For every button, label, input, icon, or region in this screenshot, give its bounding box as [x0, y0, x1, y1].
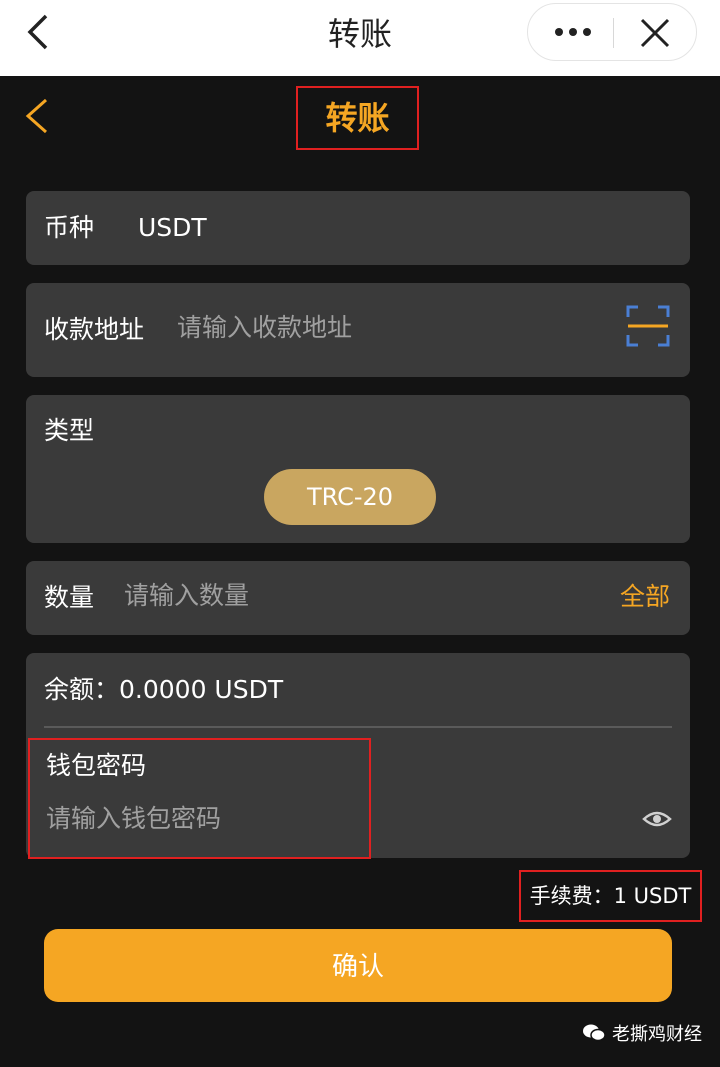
amount-row: 数量 请输入数量 全部 — [26, 561, 690, 635]
mini-program-capsule — [527, 3, 697, 61]
amount-input[interactable]: 请输入数量 — [124, 578, 249, 614]
address-row: 收款地址 请输入收款地址 — [26, 283, 690, 377]
wechat-top-bar: 转账 — [0, 0, 720, 76]
password-card: 余额：0.0000 USDT 钱包密码 请输入钱包密码 — [26, 653, 690, 859]
password-input[interactable]: 请输入钱包密码 — [46, 801, 221, 837]
more-dots-icon[interactable] — [553, 22, 593, 42]
divider — [44, 726, 672, 728]
type-row: 类型 TRC-20 — [26, 395, 690, 543]
currency-label: 币种 — [44, 213, 95, 242]
account-name: 老撕鸡财经 — [612, 1024, 702, 1045]
transfer-page: 转账 币种 USDT 收款地址 请输入收款地址 类型 TRC-20 数量 请输入… — [0, 76, 720, 1067]
account-tag: 老撕鸡财经 — [582, 1020, 702, 1046]
fee-text: 手续费：1 USDT — [519, 870, 702, 922]
scan-icon[interactable] — [626, 305, 670, 347]
type-label: 类型 — [44, 416, 95, 445]
balance-text: 余额：0.0000 USDT — [44, 675, 284, 704]
amount-label: 数量 — [44, 583, 95, 612]
password-highlight-box: 钱包密码 请输入钱包密码 — [28, 738, 371, 859]
eye-icon[interactable] — [642, 807, 672, 831]
address-label: 收款地址 — [44, 315, 145, 344]
close-icon[interactable] — [638, 16, 672, 50]
page-title: 转账 — [296, 86, 419, 150]
currency-value: USDT — [138, 213, 207, 242]
address-input[interactable]: 请输入收款地址 — [177, 310, 352, 346]
confirm-button[interactable]: 确认 — [44, 929, 672, 1002]
password-label: 钱包密码 — [46, 751, 147, 780]
currency-row[interactable]: 币种 USDT — [26, 191, 690, 265]
wechat-icon — [583, 1024, 606, 1042]
chevron-left-icon[interactable] — [22, 96, 52, 136]
type-chip-trc20[interactable]: TRC-20 — [264, 469, 436, 525]
all-button[interactable]: 全部 — [620, 579, 670, 615]
capsule-divider — [613, 18, 614, 48]
